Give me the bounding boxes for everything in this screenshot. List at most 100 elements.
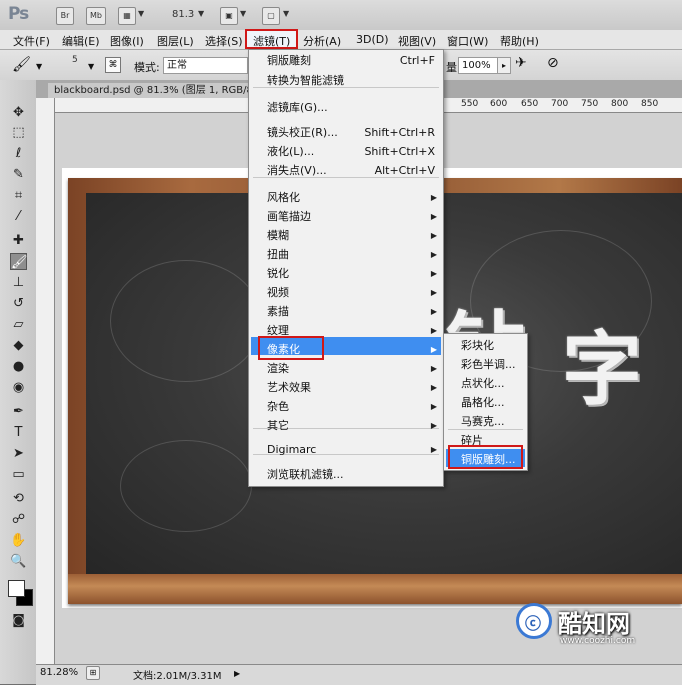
menu-filter[interactable]: 滤镜(T) (253, 33, 290, 49)
clone-stamp-tool-icon[interactable]: ⊥ (10, 274, 27, 291)
blend-mode-select[interactable]: 正常 (163, 57, 248, 74)
screen-mode-button[interactable]: ▢ (262, 7, 280, 25)
type-tool-icon[interactable]: T (10, 424, 27, 441)
menu-item-label: 渲染 (267, 362, 289, 375)
chevron-down-icon[interactable]: ▼ (198, 9, 204, 18)
blackboard-ledge (68, 574, 682, 604)
filter-menu-item[interactable]: 渲染 (267, 360, 435, 378)
submenu-arrow-icon: ▶ (430, 307, 437, 316)
menu-shortcut: Ctrl+F (399, 54, 435, 67)
menu-item-label: Digimarc (267, 443, 317, 456)
arrange-documents-button[interactable]: ▣ (220, 7, 238, 25)
mini-bridge-button[interactable]: Mb (86, 7, 106, 25)
brush-size[interactable]: 5 (72, 55, 78, 65)
submenu-arrow-icon: ▶ (430, 383, 437, 392)
pen-tool-icon[interactable]: ✒ (10, 403, 27, 420)
menu-shortcut: Alt+Ctrl+V (374, 164, 435, 177)
bridge-button[interactable]: Br (56, 7, 74, 25)
shape-tool-icon[interactable]: ▭ (10, 466, 27, 483)
zoom-tool-icon[interactable]: 🔍 (10, 553, 27, 570)
submenu-arrow-icon: ▶ (430, 231, 437, 240)
mode-label: 模式: (134, 61, 160, 74)
filter-menu-item[interactable]: 视频 (267, 284, 435, 302)
menu-select[interactable]: 选择(S) (205, 33, 243, 49)
watermark-logo: ⓒ (516, 603, 552, 639)
filter-menu-item[interactable]: 杂色 (267, 398, 435, 416)
healing-brush-tool-icon[interactable]: ✚ (10, 232, 27, 249)
filter-menu-item[interactable]: 扭曲 (267, 246, 435, 264)
menu-3d[interactable]: 3D(D) (356, 33, 389, 46)
quick-select-tool-icon[interactable]: ✎ (10, 166, 27, 183)
path-select-tool-icon[interactable]: ➤ (10, 445, 27, 462)
brush-tool-icon[interactable]: 🖌 (12, 55, 31, 73)
menu-item-label: 素描 (267, 305, 289, 318)
submenu-arrow-icon: ▶ (430, 288, 437, 297)
menu-window[interactable]: 窗口(W) (447, 33, 488, 49)
filter-menu-item[interactable]: Digimarc (267, 441, 435, 459)
pixelate-submenu-item[interactable]: 马赛克... (461, 413, 505, 431)
move-tool-icon[interactable]: ✥ (10, 104, 27, 121)
eyedropper-tool-icon[interactable]: ⁄ (10, 208, 27, 225)
menu-image[interactable]: 图像(I) (110, 33, 144, 49)
status-zoom[interactable]: 81.28% (40, 667, 78, 678)
pixelate-submenu-item[interactable]: 点状化... (461, 375, 505, 393)
blur-tool-icon[interactable]: ● (10, 358, 27, 375)
eraser-tool-icon[interactable]: ▱ (10, 316, 27, 333)
flow-slider-toggle[interactable]: ▸ (497, 57, 511, 74)
menu-help[interactable]: 帮助(H) (500, 33, 539, 49)
dodge-tool-icon[interactable]: ◉ (10, 379, 27, 396)
filter-menu-item[interactable]: 其它 (267, 417, 435, 435)
marquee-tool-icon[interactable]: ⬚ (10, 124, 27, 141)
hand-tool-icon[interactable]: ✋ (10, 532, 27, 549)
pixelate-submenu-item[interactable]: 彩色半调... (461, 356, 516, 374)
document-tab[interactable]: blackboard.psd @ 81.3% (图层 1, RGB/8#) (48, 83, 272, 98)
menu-file[interactable]: 文件(F) (13, 33, 50, 49)
watermark-url: www.coozhi.com (560, 636, 636, 646)
chevron-down-icon[interactable]: ▼ (138, 9, 144, 18)
zoom-level[interactable]: 81.3 (172, 9, 194, 20)
3d-rotate-tool-icon[interactable]: ⟲ (10, 490, 27, 507)
brush-panel-icon[interactable]: ⌘ (105, 57, 121, 73)
tablet-pressure-icon[interactable]: ⊘ (547, 55, 559, 71)
menu-analysis[interactable]: 分析(A) (303, 33, 341, 49)
filter-menu-item[interactable]: 滤镜库(G)... (267, 99, 435, 117)
history-brush-tool-icon[interactable]: ↺ (10, 295, 27, 312)
brush-tool-icon[interactable]: 🖌 (10, 253, 28, 270)
menu-view[interactable]: 视图(V) (398, 33, 436, 49)
airbrush-icon[interactable]: ✈ (515, 55, 527, 71)
pixelate-submenu-item[interactable]: 晶格化... (461, 394, 505, 412)
flow-input[interactable]: 100% (458, 57, 499, 74)
filter-menu-item[interactable]: 浏览联机滤镜... (267, 466, 435, 484)
foreground-color-swatch-top[interactable] (8, 580, 25, 597)
chevron-down-icon[interactable]: ▼ (88, 62, 94, 71)
quick-mask-icon[interactable]: ◙ (10, 612, 27, 629)
menu-edit[interactable]: 编辑(E) (62, 33, 100, 49)
filter-menu-item[interactable]: 素描 (267, 303, 435, 321)
chalk-smudge (120, 440, 252, 532)
filter-menu-item[interactable]: 锐化 (267, 265, 435, 283)
filter-menu-item[interactable]: 风格化 (267, 189, 435, 207)
menu-item-label: 杂色 (267, 400, 289, 413)
filter-menu-item[interactable]: 艺术效果 (267, 379, 435, 397)
menu-item-label: 风格化 (267, 191, 300, 204)
status-menu-arrow-icon[interactable]: ▶ (234, 669, 240, 678)
crop-tool-icon[interactable]: ⌗ (10, 187, 27, 204)
filter-menu-item[interactable]: 画笔描边 (267, 208, 435, 226)
chevron-down-icon[interactable]: ▼ (240, 9, 246, 18)
status-info-icon[interactable]: ⊞ (86, 666, 100, 680)
filter-menu-item[interactable]: 模糊 (267, 227, 435, 245)
submenu-arrow-icon: ▶ (430, 269, 437, 278)
watermark-text: 酷知网 (558, 610, 630, 638)
menu-layer[interactable]: 图层(L) (157, 33, 194, 49)
pixelate-submenu-item[interactable]: 彩块化 (461, 337, 494, 355)
photoshop-logo: Ps (8, 4, 29, 24)
chevron-down-icon[interactable]: ▼ (36, 62, 42, 71)
menu-item-label: 画笔描边 (267, 210, 311, 223)
paint-bucket-tool-icon[interactable]: ◆ (10, 337, 27, 354)
filter-menu-item[interactable]: 转换为智能滤镜 (267, 72, 435, 90)
lasso-tool-icon[interactable]: ℓ (10, 145, 27, 162)
3d-camera-tool-icon[interactable]: ☍ (10, 511, 27, 528)
chalk-smudge (110, 260, 262, 382)
chevron-down-icon[interactable]: ▼ (283, 9, 289, 18)
view-extras-button[interactable]: ▦ (118, 7, 136, 25)
